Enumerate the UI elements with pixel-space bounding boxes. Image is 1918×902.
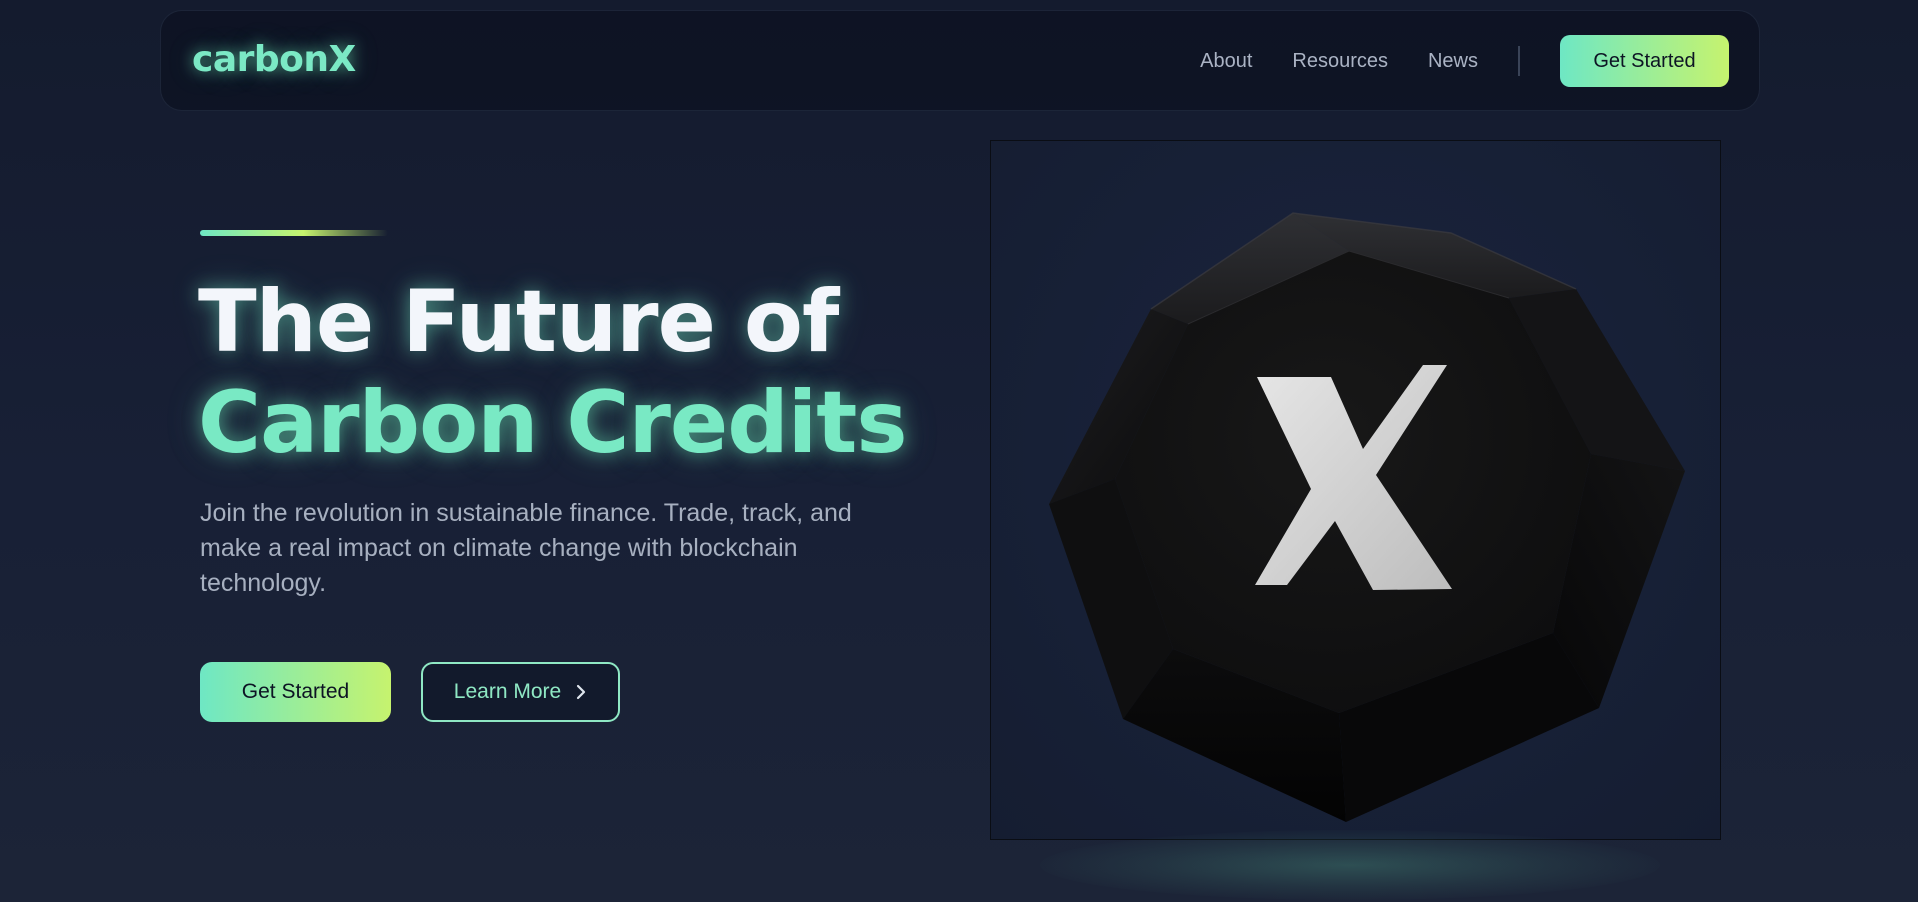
learn-more-label: Learn More xyxy=(453,680,562,703)
brand-logo[interactable]: carbonX xyxy=(192,39,356,80)
nav-links: About Resources News Get Started xyxy=(1200,35,1729,87)
top-navbar: carbonX About Resources News Get Started xyxy=(160,10,1760,111)
hero-learn-more-button[interactable]: Learn More xyxy=(421,662,620,722)
hero-image xyxy=(990,140,1721,840)
hero-subtitle: Join the revolution in sustainable finan… xyxy=(200,499,852,597)
hero-title: The Future of Carbon Credits xyxy=(198,272,908,474)
chevron-right-icon xyxy=(575,683,587,701)
nav-link-about[interactable]: About xyxy=(1200,50,1252,73)
hero-accent-line xyxy=(200,230,388,236)
polyhedron-x-icon xyxy=(1049,212,1685,822)
hero-title-line2: Carbon Credits xyxy=(198,373,908,473)
hero-image-glow xyxy=(1040,830,1660,900)
nav-get-started-button[interactable]: Get Started xyxy=(1560,35,1729,87)
hero-get-started-button[interactable]: Get Started xyxy=(200,662,391,722)
hero-title-line1: The Future of xyxy=(198,272,839,372)
nav-divider xyxy=(1518,46,1520,76)
nav-link-resources[interactable]: Resources xyxy=(1292,50,1388,73)
nav-link-news[interactable]: News xyxy=(1428,50,1478,73)
